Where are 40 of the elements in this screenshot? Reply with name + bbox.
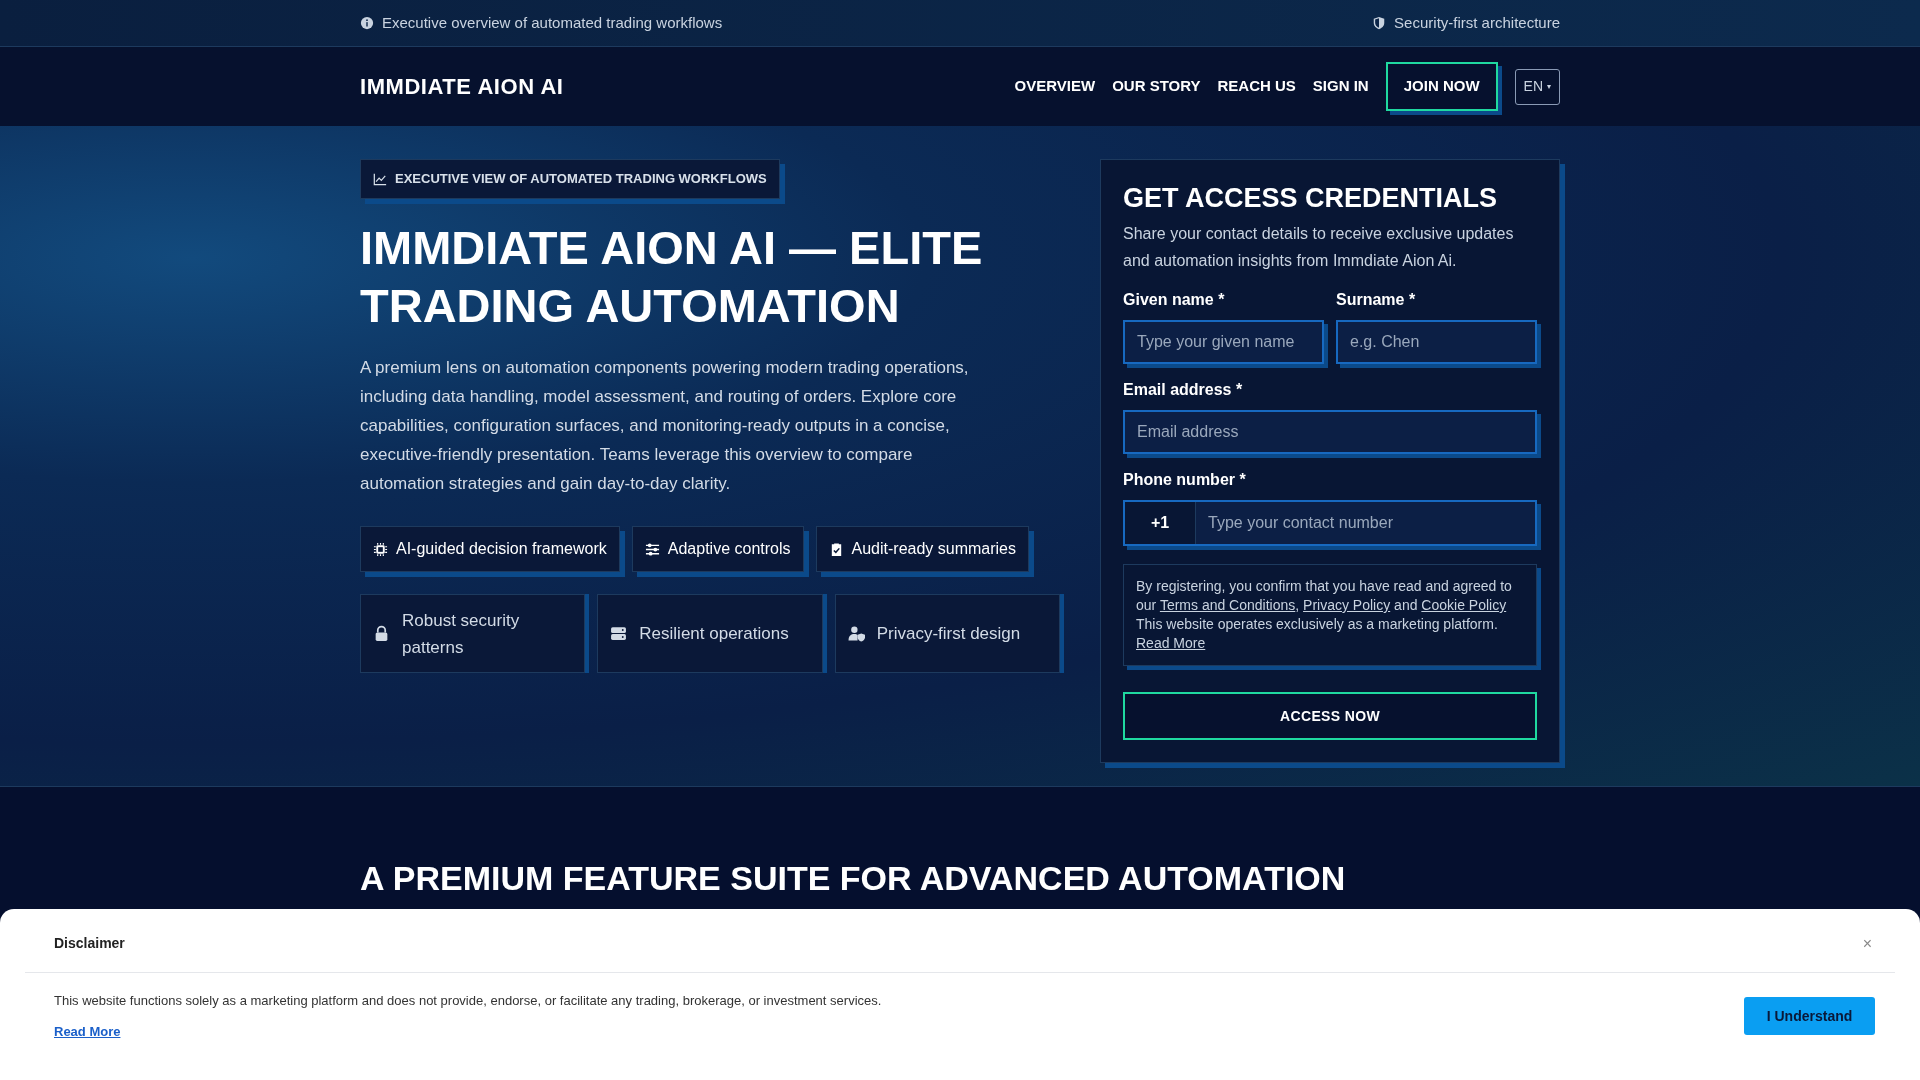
user-shield-icon: [847, 625, 865, 642]
country-code[interactable]: +1: [1125, 502, 1196, 544]
nav-link[interactable]: REACH US: [1217, 75, 1296, 98]
hero-title: IMMDIATE AION AI — ELITE TRADING AUTOMATION: [360, 220, 984, 334]
consent-link[interactable]: Read More: [1136, 635, 1206, 651]
site-logo[interactable]: IMMDIATE AION AI: [360, 70, 564, 103]
hero-description: A premium lens on automation components powering modern trading operations, including data handling, model assessment, and routing of orders. Explore core capabilities, configuration surfaces, and monitoring-ready outputs in a concise, executive-friendly presentation. Teams leverage this overview to compare automation strategies and gain day-to-day clarity.: [360, 357, 970, 495]
nav-link[interactable]: OUR STORY: [1112, 75, 1201, 98]
field-label: Phone number *: [1123, 470, 1247, 490]
field-label: Surname *: [1336, 290, 1417, 310]
language-selector[interactable]: EN ▾: [1514, 68, 1560, 105]
nav-link[interactable]: SIGN IN: [1312, 75, 1369, 98]
name-field[interactable]: Type your given name: [1123, 320, 1324, 364]
form-title: GET ACCESS CREDENTIALS: [1123, 182, 1499, 215]
consent-link[interactable]: Privacy Policy: [1303, 597, 1391, 613]
chip-icon: [373, 541, 388, 557]
sliders-icon: [644, 541, 660, 557]
top-bar-text: Security-first architecture: [1394, 12, 1560, 33]
nav-link[interactable]: OVERVIEW: [1014, 75, 1096, 98]
field-label: Given name *: [1123, 290, 1226, 310]
name-field[interactable]: e.g. Chen: [1336, 320, 1537, 364]
access-now-button[interactable]: ACCESS NOW: [1123, 692, 1537, 740]
lock-icon: [373, 625, 390, 642]
disclaimer-text: This website functions solely as a marketing platform and does not provide, endorse, or facilitate any trading, brokerage, or investment services.: [54, 992, 882, 1010]
info-icon: [360, 16, 374, 30]
field-label: Email address *: [1123, 380, 1244, 400]
chart-icon: [373, 172, 387, 186]
consent-link[interactable]: Cookie Policy: [1421, 597, 1507, 613]
consent-text: By registering, you confirm that you have read and agreed to our Terms and Conditions, Privacy Policy and Cookie Policy This website operates exclusively as a marketing platform. Read More: [1136, 577, 1513, 653]
shield-icon: [1372, 16, 1387, 30]
read-more-link[interactable]: Read More: [54, 1021, 882, 1041]
server-icon: [610, 625, 628, 642]
section-heading: A PREMIUM FEATURE SUITE FOR ADVANCED AUTOMATION: [360, 858, 1347, 899]
close-button[interactable]: ×: [1862, 931, 1872, 956]
understand-button[interactable]: I Understand: [1744, 997, 1875, 1035]
disclaimer-title: Disclaimer: [54, 934, 125, 953]
top-bar-text: Executive overview of automated trading workflows: [382, 12, 723, 33]
form-subtitle: Share your contact details to receive exclusive updates and automation insights from Immdiate Aion Ai.: [1123, 224, 1515, 271]
email-field[interactable]: Email address: [1123, 410, 1537, 454]
feature-card: Robust security patterns: [360, 594, 586, 673]
